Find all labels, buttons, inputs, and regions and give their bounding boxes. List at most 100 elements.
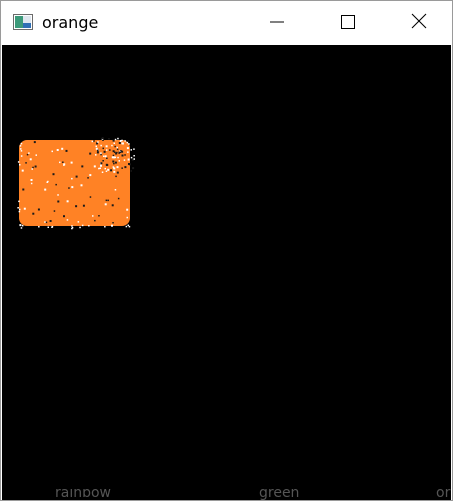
speckle-dot — [20, 150, 23, 152]
speckle-dot — [28, 152, 30, 154]
speckle-dot — [62, 161, 64, 163]
speckle-dot — [66, 219, 69, 221]
speckle-dot — [98, 167, 100, 170]
speckle-dot — [34, 165, 37, 168]
speckle-dot — [75, 175, 78, 178]
speckle-dot — [117, 156, 119, 159]
speckle-dot — [116, 166, 119, 169]
speckle-dot — [95, 147, 98, 150]
speckle-dot — [81, 165, 84, 168]
minimize-button[interactable] — [254, 1, 300, 45]
speckle-dot — [127, 140, 130, 142]
speckle-dot — [112, 139, 115, 142]
speckle-dot — [115, 175, 117, 178]
speckle-dot — [20, 148, 22, 150]
speckle-dot — [92, 215, 94, 217]
speckle-dot — [49, 220, 52, 222]
image-canvas[interactable] — [2, 45, 451, 500]
speckle-dot — [117, 197, 120, 200]
speckle-dot — [51, 226, 53, 228]
speckle-dot — [124, 166, 127, 169]
speckle-dot — [71, 186, 74, 189]
speckle-dot — [37, 208, 40, 211]
speckle-dot — [71, 177, 73, 180]
speckle-dot — [103, 150, 106, 153]
speckle-dot — [47, 226, 49, 228]
speckle-dot — [126, 141, 129, 144]
speckle-dot — [124, 140, 126, 142]
speckle-dot — [120, 150, 122, 152]
speckle-dot — [121, 139, 123, 142]
speckle-dot — [100, 164, 102, 167]
speckle-dot — [71, 226, 74, 229]
speckle-dot — [19, 145, 22, 147]
speckle-dot — [112, 222, 114, 224]
speckle-dot — [91, 140, 94, 143]
speckle-dot — [29, 158, 32, 161]
speckle-dot — [128, 143, 130, 145]
speckle-dot — [89, 174, 92, 177]
speckle-dot — [118, 142, 121, 144]
speckle-dot — [20, 155, 23, 157]
speckle-dot — [128, 163, 131, 166]
speckle-dot — [104, 203, 107, 206]
speckle-dot — [123, 159, 126, 161]
speckle-dot — [121, 142, 124, 145]
speckle-dot — [70, 161, 73, 164]
speckle-dot — [65, 149, 68, 152]
maximize-button[interactable] — [325, 1, 371, 45]
speckle-dot — [106, 157, 108, 159]
speckle-dot — [126, 147, 129, 150]
speckle-dot — [99, 167, 101, 169]
speckle-dot — [126, 216, 128, 219]
speckle-dot — [113, 156, 116, 159]
speckle-dot — [102, 147, 104, 150]
speckle-dot — [61, 147, 64, 150]
speckle-dot — [25, 162, 27, 164]
speckle-dot — [81, 224, 84, 227]
speckle-dot — [133, 155, 135, 157]
speckle-dot — [116, 146, 118, 149]
speckle-dot — [23, 207, 26, 210]
image-window: orange rainbow green or — [0, 0, 453, 501]
speckle-dot — [100, 153, 102, 156]
speckle-dot — [26, 153, 29, 156]
speckle-dot — [32, 212, 35, 215]
speckle-dot — [130, 170, 132, 172]
speckle-dot — [118, 160, 120, 162]
close-icon — [411, 13, 427, 33]
speckle-dot — [127, 158, 130, 161]
speckle-dot — [128, 225, 131, 228]
speckle-dot — [35, 154, 37, 156]
speckle-dot — [103, 155, 105, 157]
speckle-dot — [127, 224, 129, 227]
speckle-dot — [104, 155, 107, 158]
speckle-dot — [75, 205, 78, 208]
title-bar[interactable]: orange — [1, 1, 452, 45]
speckle-dot — [79, 226, 81, 229]
speckle-dot — [117, 137, 119, 140]
speckle-dot — [21, 169, 24, 172]
speckle-dot — [102, 160, 104, 162]
speckle-dot — [113, 162, 115, 165]
speckle-dot — [31, 168, 33, 170]
image-display — [17, 137, 135, 230]
orange-blob — [19, 140, 130, 226]
speckle-dot — [89, 152, 92, 155]
speckle-dot — [114, 189, 117, 191]
speckle-dot — [124, 154, 126, 156]
speckle-dot — [101, 137, 104, 140]
close-button[interactable] — [396, 1, 442, 45]
speckle-dot — [18, 210, 21, 213]
speckle-dot — [21, 224, 24, 227]
speckle-dot — [38, 226, 40, 228]
speckle-dot — [107, 168, 110, 171]
image-window-icon — [13, 14, 33, 30]
speckle-dot — [118, 152, 120, 154]
speckle-dot — [111, 204, 114, 207]
speckle-dot — [20, 142, 23, 145]
speckle-dot — [133, 158, 135, 160]
speckle-dot — [19, 224, 22, 227]
speckle-dot — [101, 171, 104, 173]
speckle-dot — [110, 169, 113, 172]
